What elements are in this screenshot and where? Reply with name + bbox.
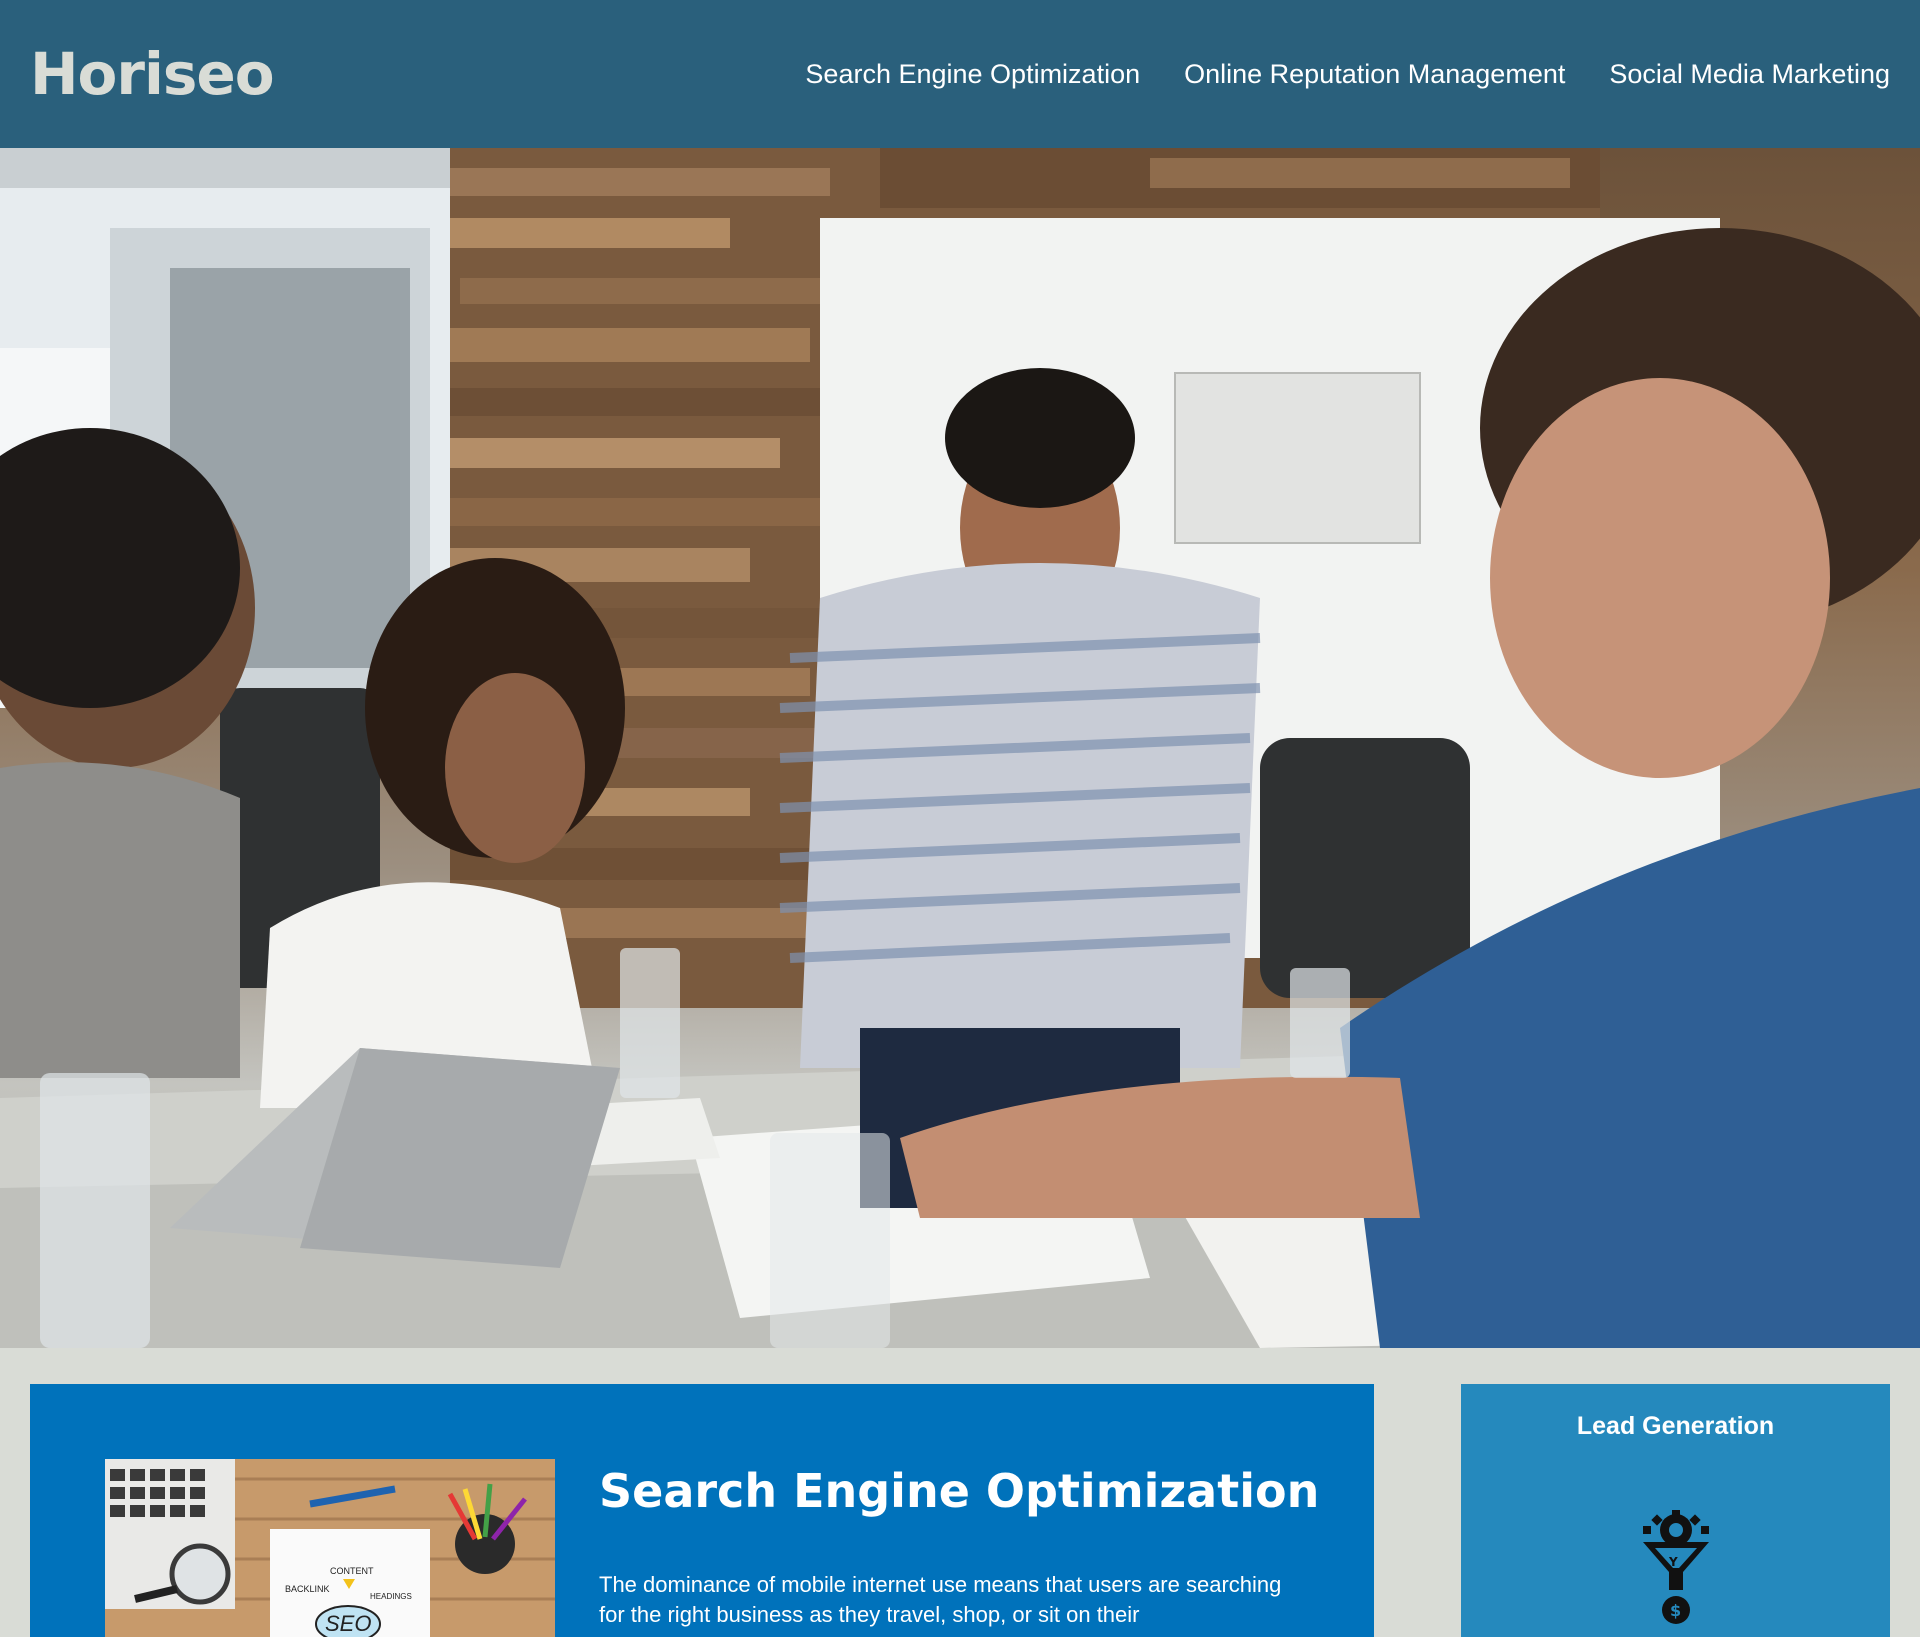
seo-image-label-backlink: BACKLINK xyxy=(285,1584,330,1594)
benefits-sidebar: Lead Generation Y $ xyxy=(1461,1384,1890,1637)
seo-illustration: CONTENT BACKLINK HEADINGS SEO xyxy=(105,1459,555,1637)
seo-section: CONTENT BACKLINK HEADINGS SEO Search Eng… xyxy=(30,1384,1374,1637)
main-nav: Search Engine Optimization Online Reputa… xyxy=(805,59,1890,90)
lead-generation-funnel-icon: Y $ xyxy=(1643,1510,1709,1624)
seo-image-label-headings: HEADINGS xyxy=(370,1592,412,1601)
seo-image-label-content: CONTENT xyxy=(330,1566,374,1576)
sidebar-title: Lead Generation xyxy=(1576,1412,1775,1440)
nav-link-seo[interactable]: Search Engine Optimization xyxy=(805,59,1140,90)
site-header: Horiseo Search Engine Optimization Onlin… xyxy=(0,0,1920,148)
svg-text:$: $ xyxy=(1670,1601,1681,1620)
seo-image-label-seo: SEO xyxy=(325,1611,371,1636)
nav-link-reputation[interactable]: Online Reputation Management xyxy=(1184,59,1565,90)
hero-image xyxy=(0,148,1920,1348)
seo-image: CONTENT BACKLINK HEADINGS SEO xyxy=(105,1459,555,1637)
brand-logo[interactable]: Horiseo xyxy=(30,40,275,108)
svg-text:Y: Y xyxy=(1668,1555,1678,1569)
hero-photo-illustration xyxy=(0,148,1920,1348)
nav-link-social-media[interactable]: Social Media Marketing xyxy=(1609,59,1890,90)
section-body: The dominance of mobile internet use mea… xyxy=(599,1572,1282,1627)
section-title: Search Engine Optimization xyxy=(599,1464,1320,1518)
